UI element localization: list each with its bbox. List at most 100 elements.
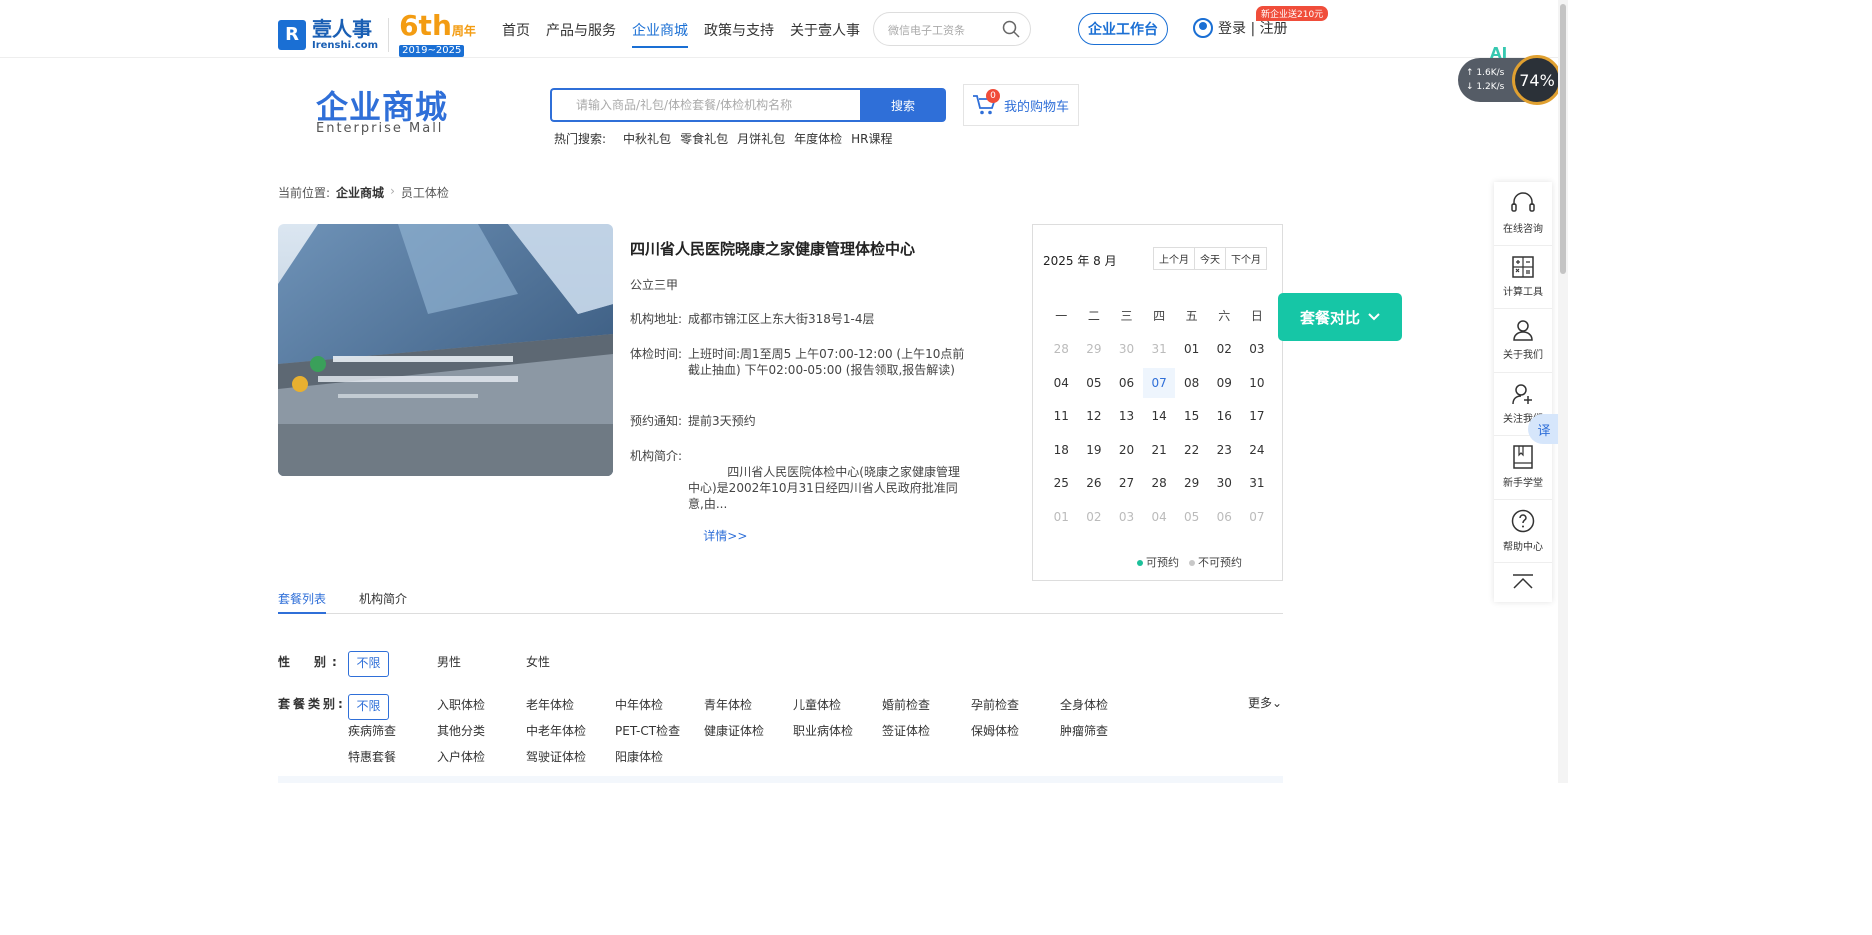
- package-type-option[interactable]: 中老年体检: [526, 720, 615, 746]
- calendar-day[interactable]: 03: [1110, 510, 1143, 524]
- nav-about[interactable]: 关于壹人事: [790, 20, 860, 48]
- calendar-day[interactable]: 16: [1208, 409, 1241, 423]
- calendar-day[interactable]: 06: [1110, 376, 1143, 390]
- calendar-day[interactable]: 01: [1175, 342, 1208, 356]
- hot-search-item[interactable]: 年度体检: [794, 130, 842, 147]
- hot-search-item[interactable]: 零食礼包: [680, 130, 728, 147]
- calendar-day[interactable]: 08: [1175, 376, 1208, 390]
- calendar-day[interactable]: 26: [1078, 476, 1111, 490]
- calendar-day[interactable]: 31: [1241, 476, 1274, 490]
- package-type-option[interactable]: 阳康体检: [615, 746, 704, 772]
- package-type-option[interactable]: 保姆体检: [971, 720, 1060, 746]
- package-type-option[interactable]: 入户体检: [437, 746, 526, 772]
- calendar-day[interactable]: 06: [1208, 510, 1241, 524]
- online-consult-button[interactable]: 在线咨询: [1494, 182, 1552, 246]
- package-type-option[interactable]: 全身体检: [1060, 694, 1149, 720]
- calendar-day[interactable]: 17: [1241, 409, 1274, 423]
- calendar-day[interactable]: 27: [1110, 476, 1143, 490]
- package-type-option[interactable]: 疾病筛查: [348, 720, 437, 746]
- calendar-day[interactable]: 23: [1208, 443, 1241, 457]
- login-register-link[interactable]: 登录 | 注册: [1193, 18, 1288, 38]
- calendar-day[interactable]: 15: [1175, 409, 1208, 423]
- calendar-day[interactable]: 24: [1241, 443, 1274, 457]
- compare-packages-button[interactable]: 套餐对比: [1278, 293, 1402, 341]
- prev-month-button[interactable]: 上个月: [1154, 248, 1195, 269]
- calendar-day[interactable]: 02: [1078, 510, 1111, 524]
- calendar-day[interactable]: 03: [1241, 342, 1274, 356]
- hot-search-item[interactable]: HR课程: [851, 130, 892, 147]
- calendar-day[interactable]: 28: [1045, 342, 1078, 356]
- calendar-day[interactable]: 10: [1241, 376, 1274, 390]
- package-type-option[interactable]: 中年体检: [615, 694, 704, 720]
- breadcrumb-mall[interactable]: 企业商城: [336, 184, 384, 201]
- gender-option[interactable]: 不限: [348, 651, 389, 677]
- package-type-option[interactable]: 儿童体检: [793, 694, 882, 720]
- package-type-option[interactable]: 婚前检查: [882, 694, 971, 720]
- calendar-day[interactable]: 31: [1143, 342, 1176, 356]
- gender-option[interactable]: 女性: [526, 651, 615, 677]
- calendar-day[interactable]: 02: [1208, 342, 1241, 356]
- calendar-day[interactable]: 19: [1078, 443, 1111, 457]
- nav-home[interactable]: 首页: [502, 20, 530, 48]
- page-scrollbar[interactable]: [1558, 0, 1568, 783]
- translate-button[interactable]: 译: [1528, 414, 1560, 444]
- calendar-day[interactable]: 22: [1175, 443, 1208, 457]
- calendar-day[interactable]: 12: [1078, 409, 1111, 423]
- next-month-button[interactable]: 下个月: [1226, 248, 1266, 269]
- calendar-day[interactable]: 29: [1175, 476, 1208, 490]
- calendar-day[interactable]: 30: [1110, 342, 1143, 356]
- back-to-top-button[interactable]: [1494, 563, 1552, 601]
- more-filters-button[interactable]: 更多⌄: [1248, 694, 1282, 711]
- calendar-day[interactable]: 09: [1208, 376, 1241, 390]
- package-type-option[interactable]: 驾驶证体检: [526, 746, 615, 772]
- package-type-option[interactable]: 孕前检查: [971, 694, 1060, 720]
- package-type-option[interactable]: PET-CT检查: [615, 720, 704, 746]
- package-type-option[interactable]: 其他分类: [437, 720, 526, 746]
- search-icon[interactable]: [1002, 20, 1020, 38]
- calendar-day[interactable]: 14: [1143, 409, 1176, 423]
- network-speed-widget[interactable]: ↑ 1.6K/s ↓ 1.2K/s 74%: [1458, 55, 1562, 105]
- package-type-option[interactable]: 肿瘤筛查: [1060, 720, 1149, 746]
- calendar-day[interactable]: 04: [1143, 510, 1176, 524]
- calculator-tools-button[interactable]: 计算工具: [1494, 246, 1552, 309]
- about-us-button[interactable]: 关于我们: [1494, 309, 1552, 373]
- package-type-option[interactable]: 特惠套餐: [348, 746, 437, 772]
- tab-institution-intro[interactable]: 机构简介: [359, 590, 407, 613]
- package-type-option[interactable]: 不限: [348, 694, 389, 720]
- package-type-option[interactable]: 健康证体检: [704, 720, 793, 746]
- package-type-option[interactable]: 职业病体检: [793, 720, 882, 746]
- scrollbar-thumb[interactable]: [1560, 4, 1566, 274]
- hot-search-item[interactable]: 中秋礼包: [623, 130, 671, 147]
- beginner-guide-button[interactable]: 新手学堂: [1494, 436, 1552, 500]
- workbench-button[interactable]: 企业工作台: [1078, 13, 1168, 45]
- calendar-day[interactable]: 07: [1241, 510, 1274, 524]
- hot-search-item[interactable]: 月饼礼包: [737, 130, 785, 147]
- mall-search-input[interactable]: 请输入商品/礼包/体检套餐/体检机构名称: [550, 88, 860, 122]
- calendar-day[interactable]: 28: [1143, 476, 1176, 490]
- calendar-day[interactable]: 04: [1045, 376, 1078, 390]
- package-type-option[interactable]: 青年体检: [704, 694, 793, 720]
- shopping-cart-button[interactable]: 0 我的购物车: [963, 84, 1079, 126]
- package-type-option[interactable]: 入职体检: [437, 694, 526, 720]
- nav-mall[interactable]: 企业商城: [632, 20, 688, 48]
- calendar-day[interactable]: 29: [1078, 342, 1111, 356]
- calendar-day[interactable]: 25: [1045, 476, 1078, 490]
- brand-logo[interactable]: R 壹人事 Irenshi.com 6th周年 2019~2025: [278, 12, 476, 57]
- calendar-day[interactable]: 18: [1045, 443, 1078, 457]
- gender-option[interactable]: 男性: [437, 651, 526, 677]
- calendar-day[interactable]: 13: [1110, 409, 1143, 423]
- calendar-day[interactable]: 30: [1208, 476, 1241, 490]
- top-search-input[interactable]: 微信电子工资条: [873, 12, 1031, 46]
- calendar-day[interactable]: 05: [1175, 510, 1208, 524]
- calendar-day[interactable]: 01: [1045, 510, 1078, 524]
- help-center-button[interactable]: 帮助中心: [1494, 500, 1552, 563]
- today-button[interactable]: 今天: [1195, 248, 1226, 269]
- calendar-day[interactable]: 07: [1142, 367, 1176, 398]
- tab-package-list[interactable]: 套餐列表: [278, 590, 327, 614]
- nav-products[interactable]: 产品与服务: [546, 20, 616, 48]
- calendar-day[interactable]: 11: [1045, 409, 1078, 423]
- nav-policy[interactable]: 政策与支持: [704, 20, 774, 48]
- detail-link[interactable]: 详情>>: [703, 529, 747, 543]
- package-type-option[interactable]: 签证体检: [882, 720, 971, 746]
- mall-search-button[interactable]: 搜索: [860, 88, 946, 122]
